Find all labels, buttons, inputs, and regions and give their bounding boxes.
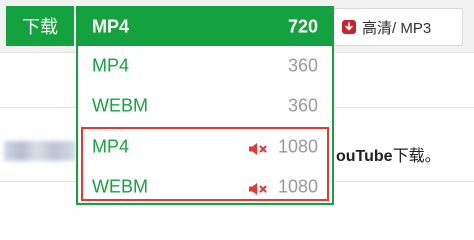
option-resolution: 360	[287, 55, 318, 76]
blurred-text	[4, 141, 76, 161]
option-format: WEBM	[92, 95, 148, 116]
description-suffix: 下载。	[392, 148, 441, 165]
format-option[interactable]: MP4 1080	[78, 127, 332, 167]
selected-format[interactable]: MP4 720	[78, 8, 332, 46]
mute-icon	[248, 180, 270, 195]
description-text: ouTube下载。	[336, 142, 441, 166]
hq-mp3-label: 高清/ MP3	[362, 19, 432, 37]
format-dropdown[interactable]: MP4 720 MP4 360 WEBM 360 MP4 1080 WEBM 1…	[76, 6, 334, 205]
option-format: WEBM	[92, 176, 148, 197]
description-brand: ouTube	[336, 148, 393, 165]
format-option[interactable]: WEBM 1080	[78, 167, 332, 207]
mute-icon	[248, 140, 270, 155]
download-arrow-icon	[342, 20, 356, 34]
download-button[interactable]: 下载	[6, 6, 74, 46]
selected-resolution: 720	[287, 16, 318, 37]
option-resolution: 1080	[277, 176, 318, 197]
format-option[interactable]: MP4 360	[78, 46, 332, 86]
option-format: MP4	[92, 136, 130, 157]
option-resolution: 1080	[277, 136, 318, 157]
selected-format-label: MP4	[92, 16, 130, 37]
format-option[interactable]: WEBM 360	[78, 86, 332, 126]
option-resolution: 360	[287, 95, 318, 116]
option-format: MP4	[92, 55, 130, 76]
hq-mp3-button[interactable]: 高清/ MP3	[333, 8, 463, 46]
download-button-label: 下载	[22, 17, 58, 37]
